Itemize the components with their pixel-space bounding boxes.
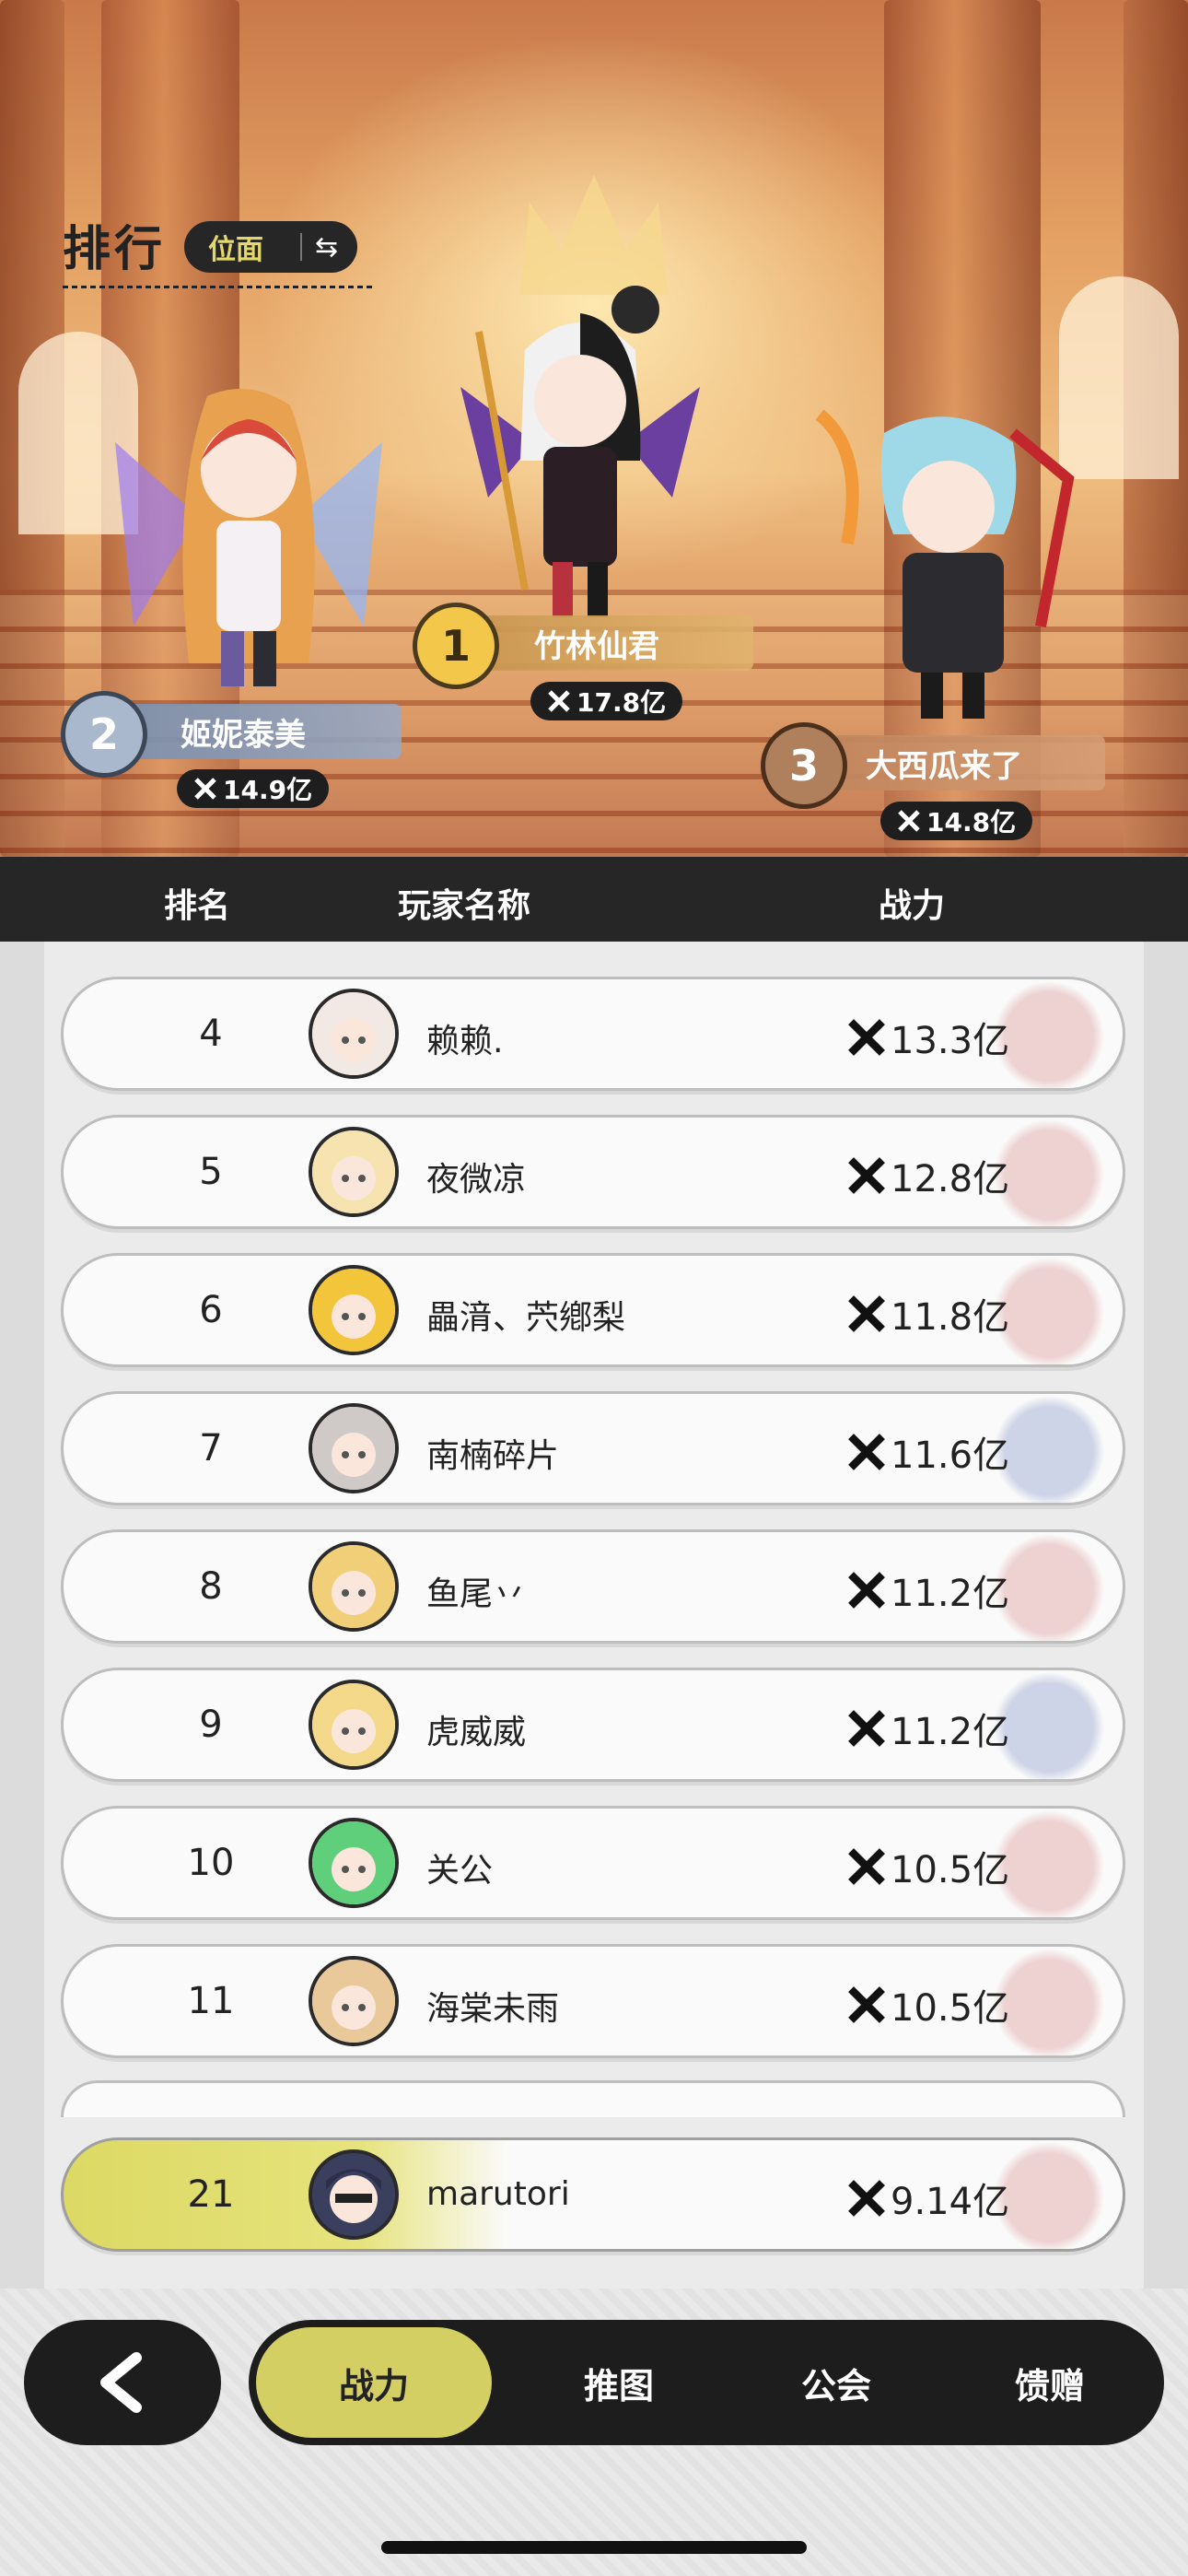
tab-guild[interactable]: 公会 (726, 2320, 947, 2445)
row-rank: 6 (199, 1289, 223, 1331)
table-row[interactable]: 9 虎威威 11.2亿 (61, 1668, 1125, 1782)
player-avatar[interactable] (309, 1403, 399, 1493)
row-rank: 9 (199, 1704, 223, 1746)
character-2nd[interactable] (97, 387, 401, 700)
swords-icon (898, 810, 920, 832)
realm-toggle-button[interactable]: 位面 ⇆ (184, 221, 357, 273)
my-player-name: marutori (426, 2175, 570, 2213)
realm-label: 位面 (208, 234, 263, 266)
player-name: 赖赖. (426, 1023, 504, 1060)
table-row-partial (61, 2080, 1125, 2117)
table-row[interactable]: 4 赖赖. 13.3亿 (61, 977, 1125, 1091)
page-title-wrap: 排行 (63, 210, 376, 288)
table-row[interactable]: 7 南楠碎片 11.6亿 (61, 1391, 1125, 1505)
swords-icon (848, 1572, 885, 1609)
swords-icon (848, 1157, 885, 1194)
player-name: 虎威威 (426, 1714, 527, 1751)
page-title: 排行 (63, 222, 167, 277)
my-rank: 21 (187, 2173, 235, 2216)
rank-3-medal-icon: 3 (761, 722, 847, 809)
swords-icon (194, 778, 216, 800)
rank-2-medal-icon: 2 (61, 691, 147, 778)
player-power: 13.3亿 (846, 1011, 1009, 1064)
player-power: 10.5亿 (846, 1840, 1009, 1893)
player-power: 12.8亿 (846, 1149, 1009, 1202)
swords-icon (848, 1710, 885, 1747)
podium-1-nameplate: 竹林仙君 (459, 615, 753, 671)
player-avatar[interactable] (309, 1680, 399, 1770)
home-indicator[interactable] (381, 2541, 807, 2554)
rank-1-medal-icon: 1 (413, 603, 499, 689)
player-avatar[interactable] (309, 1818, 399, 1908)
table-row[interactable]: 8 鱼尾丷 11.2亿 (61, 1529, 1125, 1644)
tab-gifts[interactable]: 馈赠 (939, 2320, 1160, 2445)
podium-1-name: 竹林仙君 (534, 627, 659, 665)
my-power: 9.14亿 (846, 2172, 1009, 2225)
table-row[interactable]: 5 夜微凉 12.8亿 (61, 1115, 1125, 1229)
my-avatar[interactable] (309, 2149, 399, 2240)
player-avatar[interactable] (309, 1541, 399, 1632)
character-1st[interactable] (424, 276, 737, 626)
player-name: 南楠碎片 (426, 1437, 560, 1475)
player-avatar[interactable] (309, 989, 399, 1079)
leaderboard-hero: 排行 位面 ⇆ 竹林仙君 1 17.8亿 姬妮泰美 2 14.9亿 大西瓜来了 … (0, 0, 1188, 857)
player-power: 11.8亿 (846, 1287, 1009, 1341)
column-header-power: 战力 (879, 887, 946, 925)
podium-1-power: 17.8亿 (530, 682, 683, 720)
player-avatar[interactable] (309, 1956, 399, 2046)
table-row[interactable]: 11 海棠未雨 10.5亿 (61, 1944, 1125, 2058)
row-rank: 10 (187, 1842, 235, 1884)
table-header: 排名 玩家名称 战力 (0, 857, 1188, 942)
my-rank-row[interactable]: 21 marutori 9.14亿 (61, 2137, 1125, 2252)
player-name: 关公 (426, 1852, 494, 1890)
player-avatar[interactable] (309, 1265, 399, 1355)
back-button[interactable] (24, 2320, 221, 2445)
divider (300, 233, 302, 261)
swords-icon (848, 2180, 885, 2217)
player-name: 海棠未雨 (426, 1990, 560, 2028)
player-power: 11.6亿 (846, 1425, 1009, 1479)
swords-icon (848, 1295, 885, 1332)
column-header-rank: 排名 (164, 887, 231, 925)
back-arrow-icon (100, 2352, 142, 2413)
title-underline (63, 286, 376, 288)
swords-icon (848, 1848, 885, 1885)
table-row[interactable]: 10 关公 10.5亿 (61, 1806, 1125, 1920)
tab-power[interactable]: 战力 (256, 2327, 492, 2438)
table-row[interactable]: 6 畾湇、茓鄕梨 11.8亿 (61, 1253, 1125, 1367)
podium-3-name: 大西瓜来了 (866, 747, 1022, 785)
player-name: 畾湇、茓鄕梨 (426, 1299, 626, 1337)
player-name: 夜微凉 (426, 1161, 527, 1199)
column-header-player: 玩家名称 (398, 887, 531, 925)
row-rank: 5 (199, 1151, 223, 1193)
player-power: 10.5亿 (846, 1978, 1009, 2032)
swords-icon (848, 1019, 885, 1056)
player-name: 鱼尾丷 (426, 1575, 527, 1613)
ranking-category-tabs: 战力 推图 公会 馈赠 (249, 2320, 1164, 2445)
podium-2-power: 14.9亿 (177, 769, 330, 808)
swap-icon: ⇆ (315, 230, 339, 263)
row-rank: 8 (199, 1565, 223, 1608)
swords-icon (848, 1986, 885, 2023)
swords-icon (548, 690, 570, 712)
player-power: 11.2亿 (846, 1563, 1009, 1617)
podium-2-name: 姬妮泰美 (181, 716, 306, 754)
tab-stage-progress[interactable]: 推图 (508, 2320, 729, 2445)
podium-3-power: 14.8亿 (880, 802, 1033, 840)
swords-icon (848, 1434, 885, 1470)
row-rank: 11 (187, 1980, 235, 2022)
row-rank: 4 (199, 1013, 223, 1055)
row-rank: 7 (199, 1427, 223, 1469)
player-power: 11.2亿 (846, 1702, 1009, 1755)
player-avatar[interactable] (309, 1127, 399, 1217)
character-3rd[interactable] (792, 396, 1096, 728)
